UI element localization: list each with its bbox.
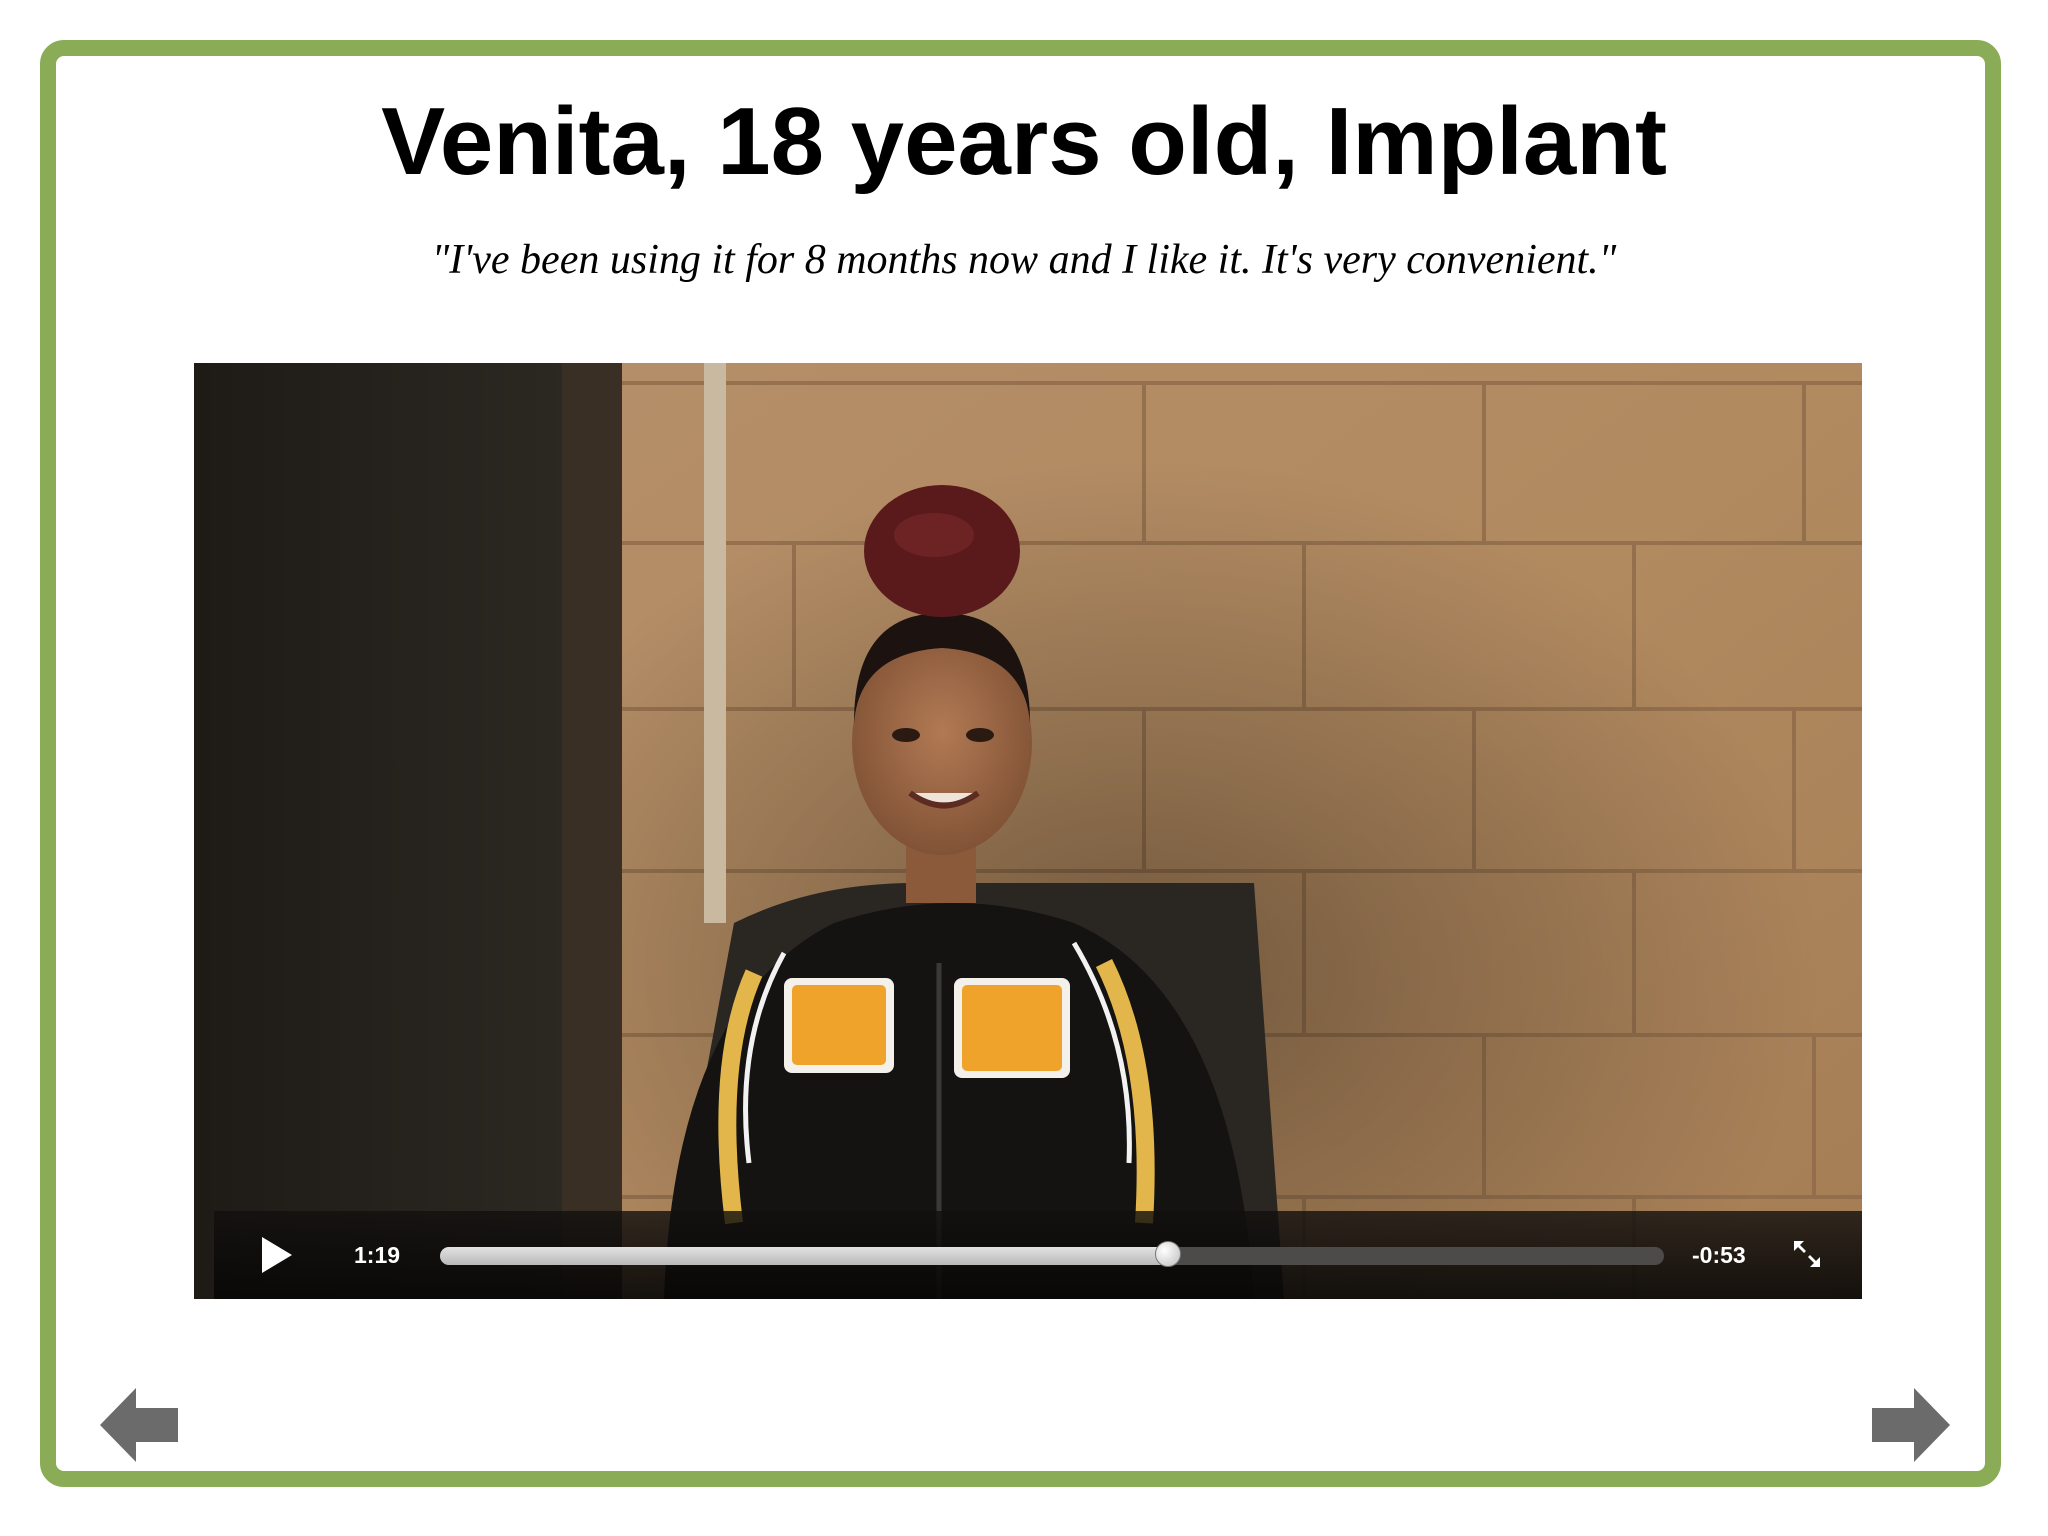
current-time: 1:19: [354, 1242, 401, 1268]
next-button[interactable]: [1870, 1384, 1952, 1466]
video-frame[interactable]: [194, 363, 1862, 1299]
seek-bar-progress: [440, 1247, 1169, 1265]
video-player[interactable]: 1:19 -0:53: [194, 363, 1862, 1299]
seek-bar-thumb[interactable]: [1155, 1241, 1182, 1267]
fullscreen-icon: [1794, 1241, 1820, 1267]
video-controls: 1:19 -0:53: [214, 1211, 1862, 1299]
arrow-left-icon: [100, 1388, 178, 1462]
page-title: Venita, 18 years old, Implant: [381, 88, 1667, 195]
play-icon: [262, 1237, 292, 1273]
arrow-right-icon: [1872, 1388, 1950, 1462]
play-button[interactable]: [254, 1233, 298, 1277]
seek-bar[interactable]: [440, 1241, 1664, 1267]
previous-button[interactable]: [98, 1384, 180, 1466]
remaining-time: -0:53: [1692, 1242, 1746, 1268]
fullscreen-button[interactable]: [1792, 1239, 1822, 1269]
testimonial-quote: "I've been using it for 8 months now and…: [431, 237, 1617, 283]
